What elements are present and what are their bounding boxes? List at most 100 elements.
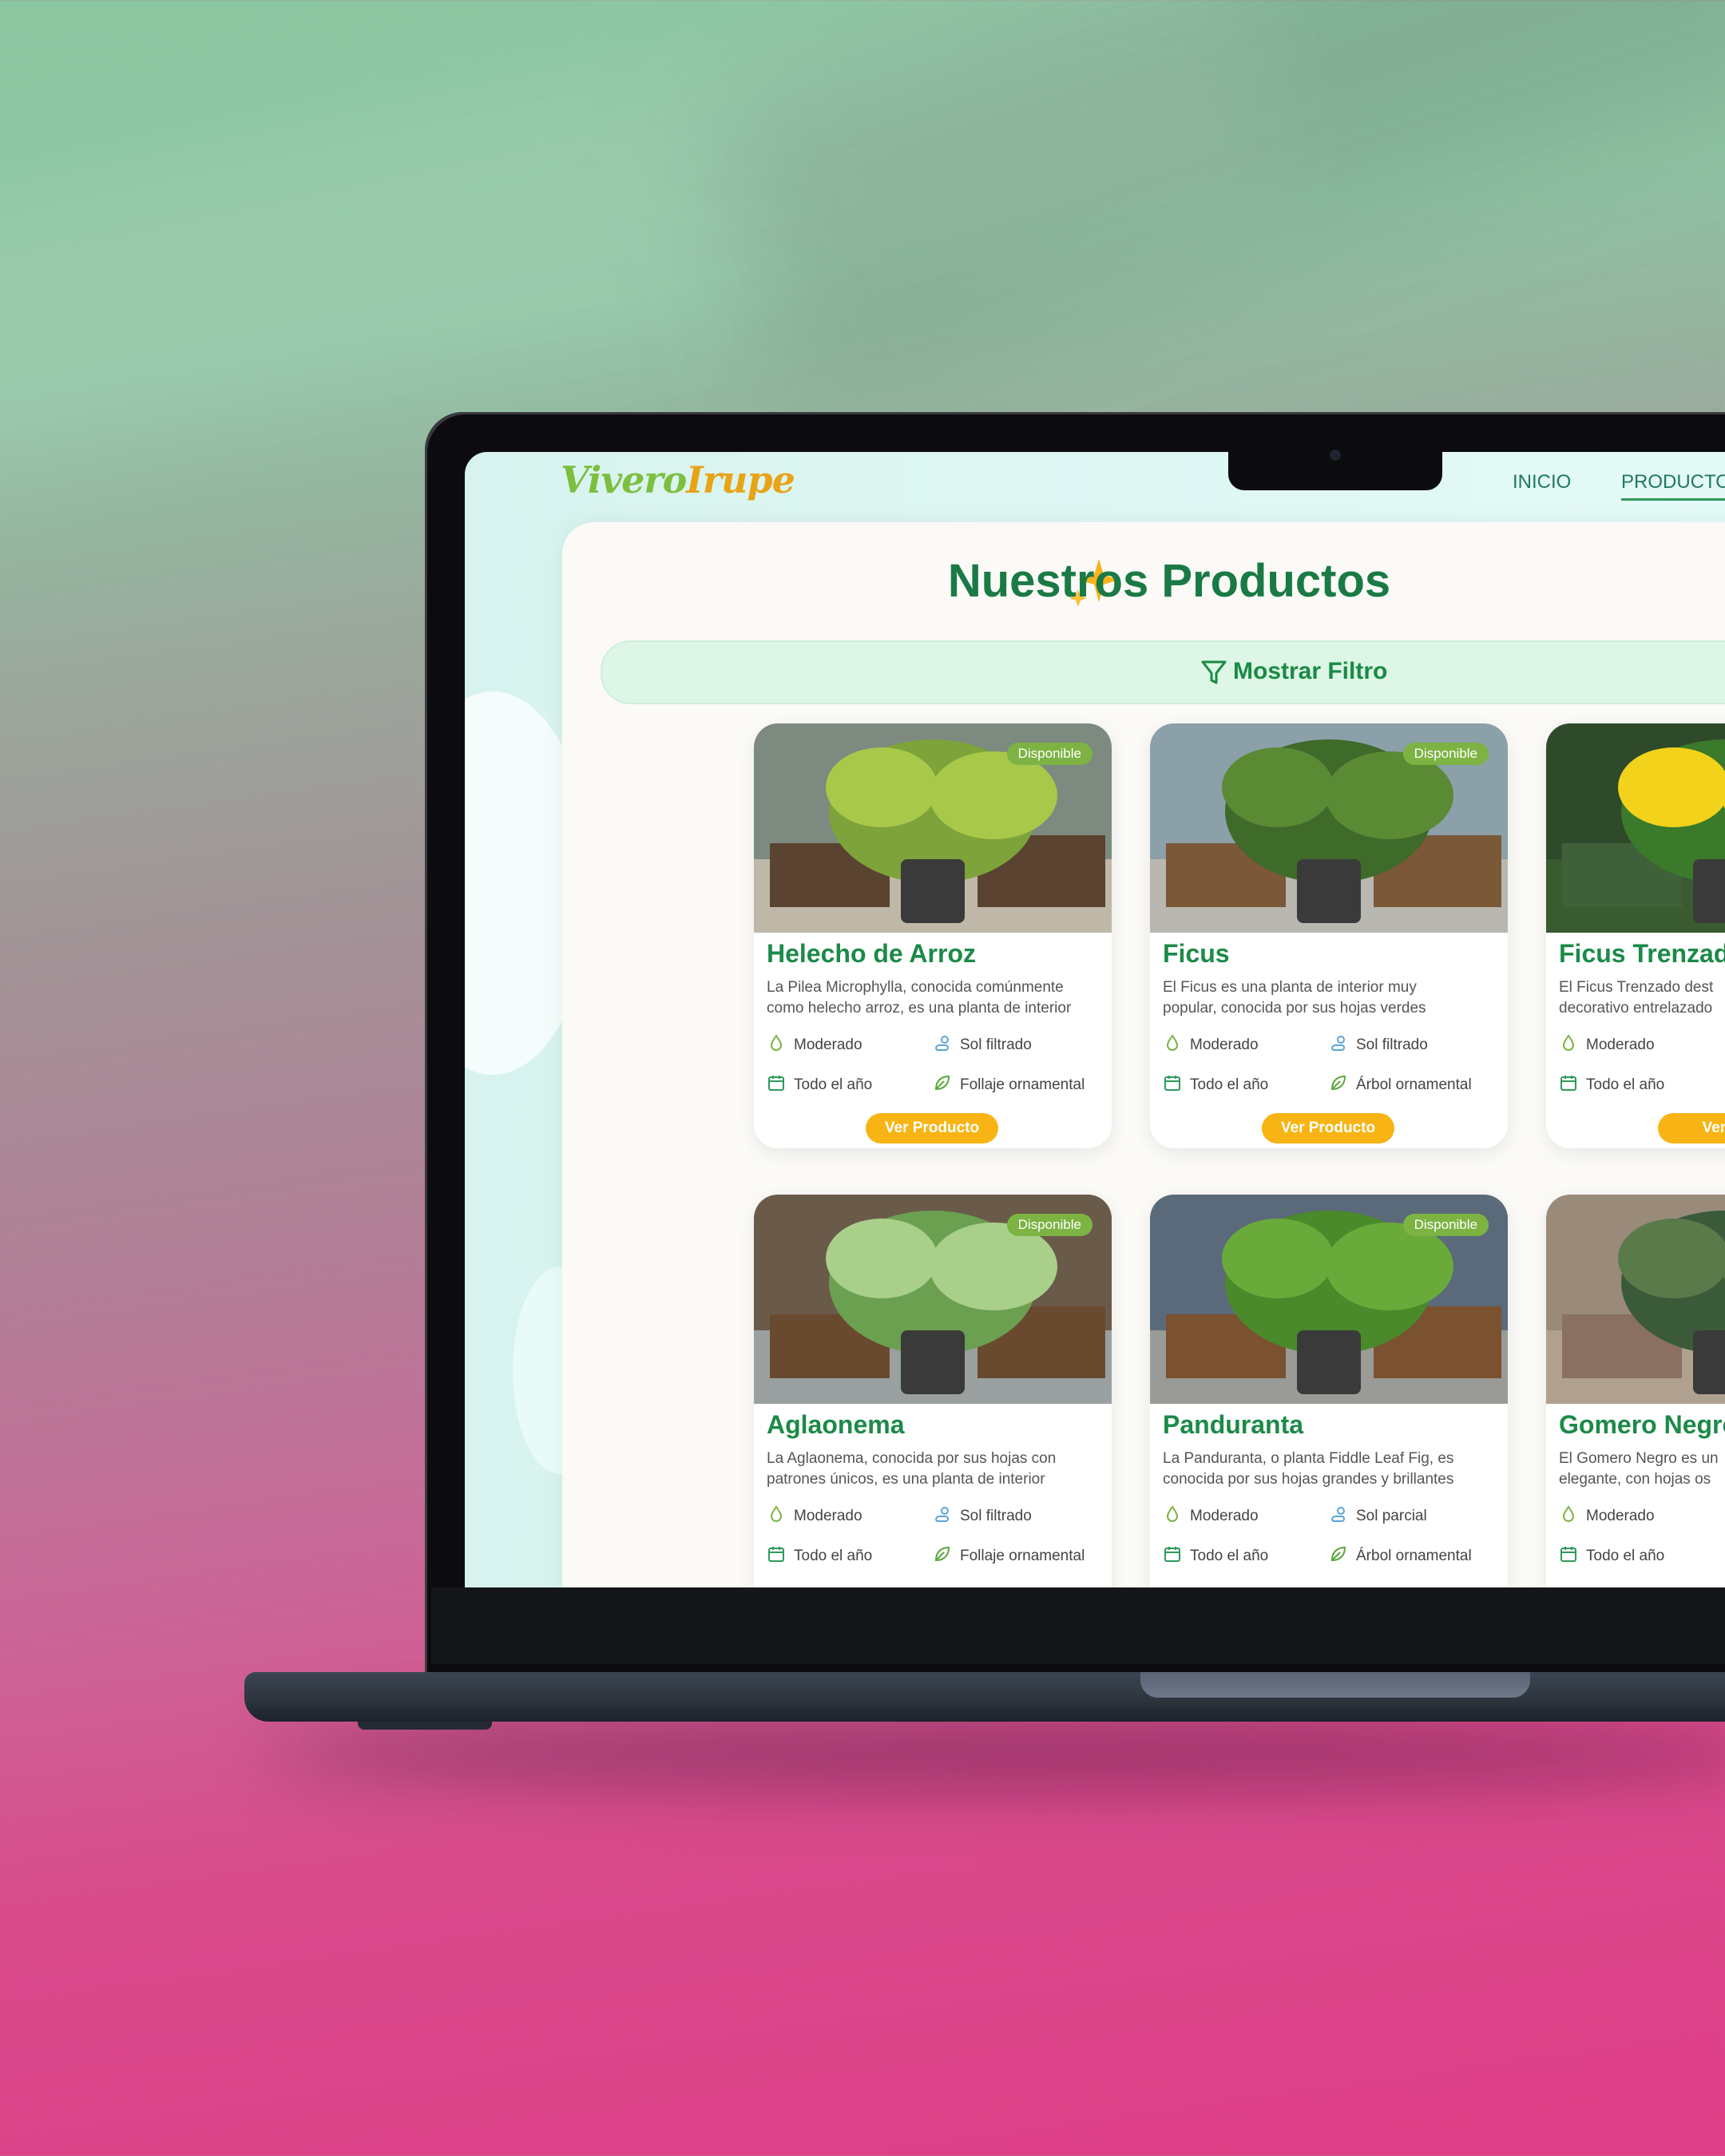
water-label: Moderado xyxy=(1190,1036,1259,1053)
product-card[interactable]: Disponible Ficus El Ficus es una planta … xyxy=(1150,723,1508,1148)
product-card[interactable]: Disponible Panduranta La Panduranta, o p… xyxy=(1150,1195,1508,1587)
calendar-icon xyxy=(768,1076,784,1091)
product-description: El Gomero Negro es un elegante, con hoja… xyxy=(1559,1449,1725,1490)
light-attribute: Sol filtrado xyxy=(933,1504,1032,1525)
description-line: patrones únicos, es una planta de interi… xyxy=(767,1471,1045,1488)
type-attribute: Follaje ornamental xyxy=(933,1544,1085,1565)
page-title: Nuestros Productos xyxy=(947,555,1391,607)
nav-link-productos[interactable]: PRODUCTOS xyxy=(1621,471,1725,501)
product-card[interactable]: Ficus Trenzado El Ficus Trenzado dest de… xyxy=(1546,723,1725,1148)
product-name: Gomero Negro xyxy=(1559,1410,1725,1439)
leaf-icon xyxy=(1330,1546,1346,1562)
calendar-icon xyxy=(1164,1076,1180,1091)
product-image[interactable]: Disponible xyxy=(754,1195,1112,1404)
water-label: Moderado xyxy=(794,1508,862,1524)
laptop-bezel-bottom xyxy=(431,1587,1725,1664)
description-line: El Ficus Trenzado dest xyxy=(1559,979,1714,996)
product-card[interactable]: Gomero Negro El Gomero Negro es un elega… xyxy=(1546,1195,1725,1587)
description-line: popular, conocida por sus hojas verdes xyxy=(1163,1000,1426,1017)
season-attribute: Todo el año xyxy=(1559,1073,1664,1094)
type-attribute: Árbol ornamental xyxy=(1329,1073,1472,1094)
water-label: Moderado xyxy=(794,1036,862,1053)
page-title-row: Nuestros Productos xyxy=(562,554,1725,608)
view-product-button[interactable]: Ver Pr xyxy=(1658,1113,1725,1143)
availability-badge: Disponible xyxy=(1402,743,1489,765)
season-attribute: Todo el año xyxy=(1559,1544,1664,1565)
light-attribute: Sol filtrado xyxy=(1329,1033,1428,1054)
type-label: Follaje ornamental xyxy=(960,1548,1085,1564)
sun-cloud-icon xyxy=(934,1036,949,1051)
nav-link-inicio[interactable]: INICIO xyxy=(1513,471,1571,493)
logo[interactable]: ViveroIrupe xyxy=(561,458,795,501)
calendar-icon xyxy=(1164,1547,1180,1562)
season-attribute: Todo el año xyxy=(1163,1544,1268,1565)
description-line: decorativo entrelazado xyxy=(1559,1000,1713,1017)
water-label: Moderado xyxy=(1190,1508,1259,1524)
calendar-icon xyxy=(1560,1547,1576,1562)
view-product-button[interactable]: Ver Producto xyxy=(866,1113,998,1143)
description-line: La Panduranta, o planta Fiddle Leaf Fig,… xyxy=(1163,1450,1454,1467)
camera-icon xyxy=(1330,450,1341,461)
season-label: Todo el año xyxy=(1586,1076,1665,1093)
season-label: Todo el año xyxy=(1586,1548,1665,1564)
product-card[interactable]: Disponible Helecho de Arroz La Pilea Mic… xyxy=(754,723,1112,1148)
product-name: Panduranta xyxy=(1163,1410,1304,1439)
product-name: Helecho de Arroz xyxy=(767,939,976,968)
leaf-icon xyxy=(1330,1075,1346,1091)
product-image[interactable]: Disponible xyxy=(1150,1195,1508,1404)
product-name: Aglaonema xyxy=(767,1410,905,1439)
season-label: Todo el año xyxy=(1190,1548,1269,1564)
water-drop-icon xyxy=(1166,1034,1179,1051)
availability-badge: Disponible xyxy=(1402,1214,1489,1236)
water-drop-icon xyxy=(770,1505,783,1522)
product-image[interactable] xyxy=(1546,1195,1725,1404)
water-attribute: Moderado xyxy=(767,1504,862,1525)
product-description: La Pilea Microphylla, conocida comúnment… xyxy=(767,977,1102,1019)
plant-photo-icon xyxy=(1546,723,1725,933)
light-attribute: Sol filtrado xyxy=(933,1033,1032,1054)
product-image[interactable]: Disponible xyxy=(754,723,1112,933)
calendar-icon xyxy=(1560,1076,1576,1091)
availability-badge: Disponible xyxy=(1006,1214,1092,1236)
sun-cloud-icon xyxy=(1330,1036,1345,1051)
type-attribute: Árbol ornamental xyxy=(1329,1544,1472,1565)
show-filter-button[interactable]: Mostrar Filtro xyxy=(601,640,1725,704)
season-attribute: Todo el año xyxy=(767,1544,872,1565)
view-product-button[interactable]: Ver Producto xyxy=(1262,1113,1394,1143)
product-description: La Panduranta, o planta Fiddle Leaf Fig,… xyxy=(1163,1449,1498,1490)
type-label: Árbol ornamental xyxy=(1356,1548,1472,1564)
water-drop-icon xyxy=(1166,1505,1179,1522)
water-drop-icon xyxy=(770,1034,783,1051)
water-drop-icon xyxy=(1562,1505,1575,1522)
description-line: La Aglaonema, conocida por sus hojas con xyxy=(767,1450,1057,1467)
plant-photo-icon xyxy=(1546,1195,1725,1404)
description-line: La Pilea Microphylla, conocida comúnment… xyxy=(767,979,1064,996)
season-attribute: Todo el año xyxy=(767,1073,872,1094)
water-attribute: Moderado xyxy=(1163,1033,1259,1054)
water-attribute: Moderado xyxy=(1163,1504,1259,1525)
description-line: como helecho arroz, es una planta de int… xyxy=(767,1000,1072,1017)
calendar-icon xyxy=(768,1547,784,1562)
product-description: El Ficus es una planta de interior muy p… xyxy=(1163,977,1498,1019)
type-label: Árbol ornamental xyxy=(1356,1076,1472,1093)
type-attribute: Follaje ornamental xyxy=(933,1073,1085,1094)
description-line: conocida por sus hojas grandes y brillan… xyxy=(1163,1471,1454,1488)
water-label: Moderado xyxy=(1586,1508,1655,1524)
light-label: Sol filtrado xyxy=(960,1036,1032,1053)
top-nav: ViveroIrupe INICIO PRODUCTOS xyxy=(465,452,1725,524)
laptop-foot xyxy=(358,1722,492,1730)
light-label: Sol filtrado xyxy=(1356,1036,1428,1053)
sun-cloud-icon xyxy=(1330,1507,1345,1522)
product-image[interactable]: Disponible xyxy=(1150,723,1508,933)
product-image[interactable] xyxy=(1546,723,1725,933)
product-description: La Aglaonema, conocida por sus hojas con… xyxy=(767,1449,1102,1490)
product-card[interactable]: Disponible Aglaonema La Aglaonema, conoc… xyxy=(754,1195,1112,1587)
logo-text-part2: Irupe xyxy=(686,458,795,501)
filter-icon xyxy=(1201,660,1227,684)
water-attribute: Moderado xyxy=(767,1033,862,1054)
product-name: Ficus xyxy=(1163,939,1230,968)
light-label: Sol parcial xyxy=(1356,1508,1427,1524)
product-description: El Ficus Trenzado dest decorativo entrel… xyxy=(1559,977,1725,1019)
water-attribute: Moderado xyxy=(1559,1504,1655,1525)
leaf-icon xyxy=(934,1546,950,1562)
